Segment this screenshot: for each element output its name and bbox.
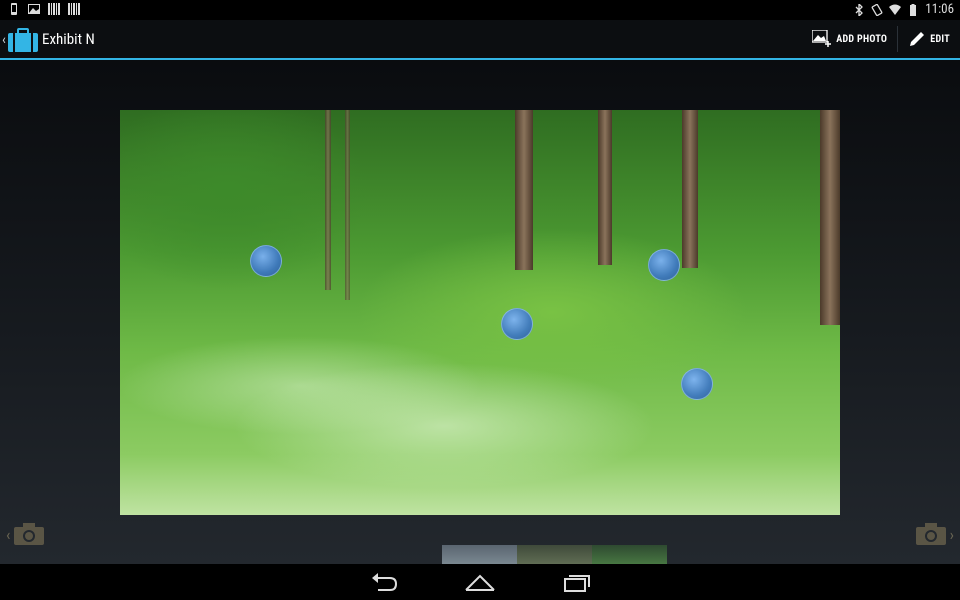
chevron-left-icon: ‹ xyxy=(2,32,6,48)
battery-icon xyxy=(910,3,917,16)
tree-trunk xyxy=(820,110,840,325)
barcode-icon xyxy=(48,3,60,15)
bluetooth-icon xyxy=(855,3,864,16)
system-nav-bar xyxy=(0,564,960,600)
up-button[interactable]: ‹ xyxy=(0,20,38,60)
marker-bubble[interactable] xyxy=(681,368,713,400)
marker-bubble[interactable] xyxy=(501,308,533,340)
camera-icon xyxy=(915,523,946,545)
forest-photo[interactable] xyxy=(120,110,840,515)
pencil-icon xyxy=(910,32,925,46)
previous-photo-button[interactable]: ‹ xyxy=(6,518,45,550)
add-photo-icon xyxy=(812,30,832,47)
tree-trunk xyxy=(598,110,612,265)
recents-icon xyxy=(564,575,590,592)
next-photo-button[interactable]: › xyxy=(915,518,954,550)
image-icon xyxy=(28,4,40,14)
rotate-icon xyxy=(871,3,883,16)
marker-bubble[interactable] xyxy=(648,249,680,281)
chevron-left-icon: ‹ xyxy=(6,524,11,544)
home-button[interactable] xyxy=(460,570,500,594)
home-icon xyxy=(465,574,495,591)
photo-viewer: ‹ › xyxy=(0,60,960,590)
camera-icon xyxy=(14,523,45,545)
phone-icon xyxy=(11,3,17,15)
wifi-icon xyxy=(889,4,902,15)
chevron-right-icon: › xyxy=(949,524,954,544)
back-button[interactable] xyxy=(364,570,404,594)
status-bar: 11:06 xyxy=(0,0,960,20)
tree-trunk xyxy=(515,110,533,270)
action-bar: ‹ Exhibit N ADD PHOTO EDIT xyxy=(0,20,960,60)
add-photo-label: ADD PHOTO xyxy=(836,33,888,45)
page-title: Exhibit N xyxy=(42,30,95,48)
status-time: 11:06 xyxy=(925,2,954,17)
tree-trunk xyxy=(682,110,698,268)
back-icon xyxy=(372,573,398,591)
tree-trunk xyxy=(325,110,331,290)
marker-bubble[interactable] xyxy=(250,245,282,277)
recents-button[interactable] xyxy=(557,570,597,594)
edit-label: EDIT xyxy=(930,33,950,45)
barcode-icon xyxy=(68,3,80,15)
briefcase-icon xyxy=(7,28,38,52)
tree-trunk xyxy=(345,110,350,300)
add-photo-button[interactable]: ADD PHOTO xyxy=(802,20,897,58)
edit-button[interactable]: EDIT xyxy=(898,20,960,58)
